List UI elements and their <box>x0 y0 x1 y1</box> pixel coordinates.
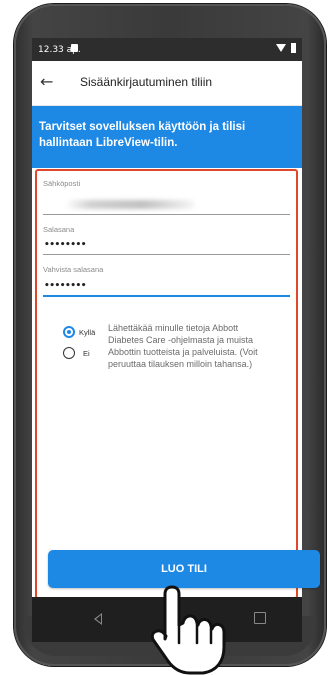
email-label: Sähköposti <box>43 179 81 188</box>
radio-yes[interactable] <box>63 326 75 338</box>
confirm-password-label: Vahvista salasana <box>43 265 104 274</box>
pointing-hand-icon <box>150 585 226 675</box>
banner-text: Tarvitset sovelluksen käyttöön ja tilisi… <box>39 121 246 149</box>
password-field[interactable]: •••••••• <box>44 240 87 250</box>
password-underline <box>43 254 290 255</box>
info-banner: Tarvitset sovelluksen käyttöön ja tilisi… <box>32 106 302 168</box>
nav-recent-apps-icon[interactable] <box>254 612 266 624</box>
arrow-left-icon[interactable]: ← <box>40 72 53 91</box>
radio-no[interactable] <box>63 347 75 359</box>
radio-yes-label: Kyllä <box>79 328 96 337</box>
confirm-password-field[interactable]: •••••••• <box>44 281 87 291</box>
phone-screen: 12.33 ap. ← Sisäänkirjautuminen tiliin T… <box>32 38 302 620</box>
nav-back-icon[interactable] <box>94 613 102 625</box>
password-label: Salasana <box>43 225 75 234</box>
battery-icon <box>291 43 296 53</box>
email-field[interactable] <box>65 200 195 209</box>
status-bar: 12.33 ap. <box>32 38 302 61</box>
consent-text: Lähettäkää minulle tietoja Abbott Diabet… <box>108 323 258 369</box>
sim-icon <box>71 44 78 52</box>
signup-form: Sähköposti Salasana •••••••• Vahvista sa… <box>35 169 298 599</box>
app-bar: ← Sisäänkirjautuminen tiliin <box>32 61 302 106</box>
email-underline <box>43 214 290 215</box>
radio-no-label: Ei <box>83 349 90 358</box>
confirm-password-underline <box>43 295 290 297</box>
wifi-icon <box>276 44 286 52</box>
page-title: Sisäänkirjautuminen tiliin <box>80 75 213 89</box>
